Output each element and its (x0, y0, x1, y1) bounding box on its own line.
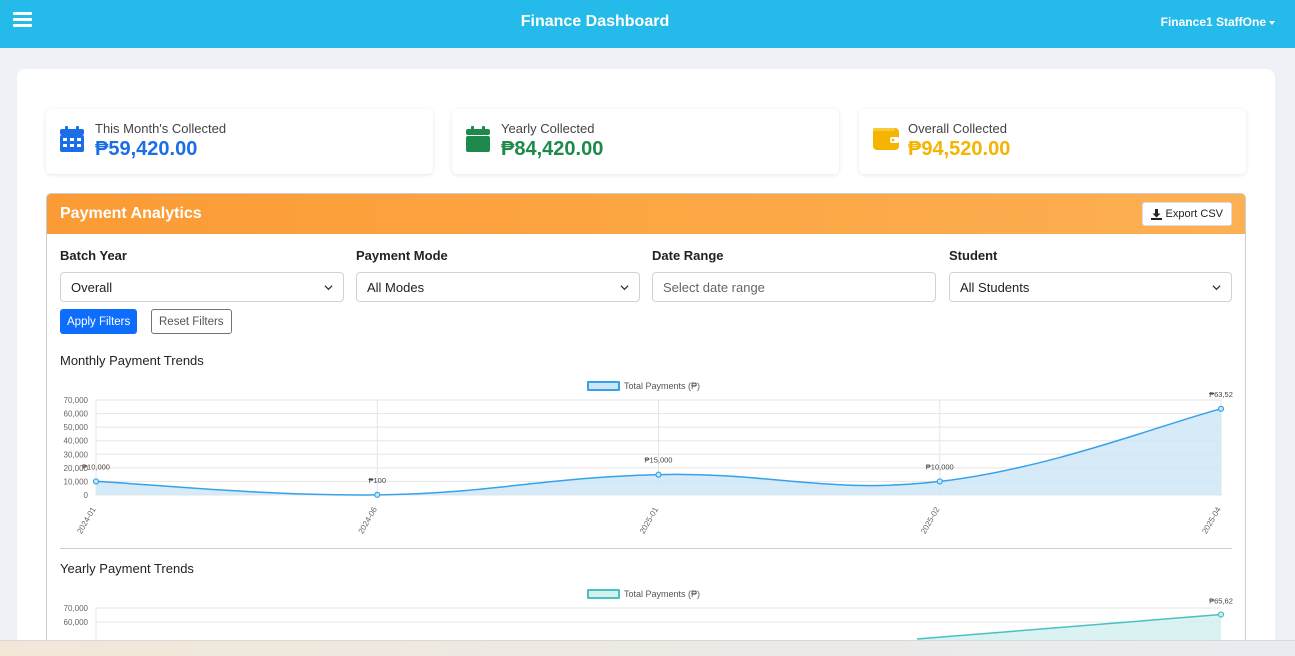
student-label: Student (949, 248, 998, 263)
stat-label: Overall Collected (908, 121, 1007, 136)
y-tick-label: 50,000 (64, 423, 89, 432)
caret-down-icon (1269, 20, 1275, 25)
date-range-input[interactable]: Select date range (652, 272, 936, 302)
date-range-label: Date Range (652, 248, 724, 263)
y-tick-label: 10,000 (64, 477, 89, 486)
panel-header: Payment Analytics Export CSV (47, 194, 1245, 234)
data-label: ₱63,52 (1209, 390, 1233, 399)
y-tick-label: 70,000 (64, 604, 89, 613)
stat-label: Yearly Collected (501, 121, 595, 136)
stat-label: This Month's Collected (95, 121, 227, 136)
data-label: ₱10,000 (926, 462, 954, 471)
monthly-payment-chart: 010,00020,00030,00040,00050,00060,00070,… (64, 390, 1233, 536)
student-select[interactable]: All Students (949, 272, 1232, 302)
data-label: ₱65,62 (1209, 597, 1233, 606)
export-csv-button[interactable]: Export CSV (1141, 202, 1232, 226)
stat-card-yearly: Yearly Collected ₱84,420.00 (452, 109, 839, 174)
stat-card-monthly: This Month's Collected ₱59,420.00 (46, 109, 433, 174)
x-tick-label: 2025-01 (638, 505, 661, 535)
chevron-down-icon (324, 284, 333, 290)
yearly-trends-title: Yearly Payment Trends (60, 561, 194, 576)
download-icon (1150, 208, 1162, 220)
x-tick-label: 2024-01 (75, 505, 98, 535)
apply-filters-button[interactable]: Apply Filters (60, 309, 138, 334)
data-point (92, 478, 100, 485)
chevron-down-icon (620, 284, 629, 290)
payment-analytics-panel: Payment Analytics Export CSV Batch Year … (46, 193, 1246, 656)
data-point (1217, 611, 1225, 618)
main-content: This Month's Collected ₱59,420.00 Yearly… (17, 69, 1275, 656)
chevron-down-icon (1212, 284, 1221, 290)
y-tick-label: 60,000 (64, 618, 89, 627)
top-navbar: Finance Dashboard Finance1 StaffOne (0, 0, 1295, 48)
y-tick-label: 40,000 (64, 437, 89, 446)
batch-year-select[interactable]: Overall (60, 272, 344, 302)
data-point (1217, 405, 1225, 412)
export-label: Export CSV (1165, 208, 1223, 220)
user-menu[interactable]: Finance1 StaffOne (1161, 15, 1275, 29)
calendar-icon (466, 126, 490, 152)
y-tick-label: 70,000 (64, 396, 89, 405)
data-label: ₱100 (368, 476, 386, 485)
y-tick-label: 60,000 (64, 410, 89, 419)
payment-mode-label: Payment Mode (356, 248, 448, 263)
reset-filters-button[interactable]: Reset Filters (151, 309, 232, 334)
data-label: ₱10,000 (82, 462, 110, 471)
payment-mode-select[interactable]: All Modes (356, 272, 640, 302)
batch-year-value: Overall (71, 279, 113, 295)
os-taskbar (0, 640, 1295, 656)
data-point (374, 491, 381, 498)
y-tick-label: 30,000 (64, 450, 89, 459)
calendar-days-icon (60, 126, 84, 152)
monthly-trends-title: Monthly Payment Trends (60, 353, 204, 368)
data-point (936, 478, 943, 485)
y-tick-label: 0 (84, 491, 89, 500)
date-range-placeholder: Select date range (663, 279, 765, 295)
user-name: Finance1 StaffOne (1160, 15, 1266, 29)
stat-value: ₱59,420.00 (95, 138, 198, 160)
data-label: ₱15,000 (645, 456, 673, 465)
panel-title: Payment Analytics (60, 205, 202, 222)
payment-mode-value: All Modes (367, 279, 425, 295)
student-value: All Students (960, 279, 1030, 295)
batch-year-label: Batch Year (60, 248, 127, 263)
x-tick-label: 2025-04 (1200, 505, 1223, 535)
stat-value: ₱94,520.00 (908, 138, 1011, 160)
app-title: Finance Dashboard (520, 13, 670, 30)
data-point (655, 471, 662, 478)
wallet-icon (873, 128, 899, 150)
divider (60, 548, 1232, 549)
stat-value: ₱84,420.00 (501, 138, 604, 160)
x-tick-label: 2025-02 (919, 505, 942, 535)
stat-card-overall: Overall Collected ₱94,520.00 (859, 109, 1246, 174)
x-tick-label: 2024-06 (357, 505, 380, 535)
